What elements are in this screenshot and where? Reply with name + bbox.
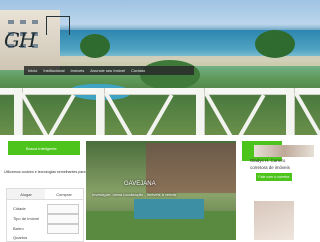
agent-photo bbox=[254, 145, 314, 157]
menu-item-anuncie[interactable]: Anuncie seu Imóvel bbox=[90, 68, 125, 73]
field-label-tipo: Tipo de Imóvel bbox=[13, 216, 40, 221]
agent-role: corretora de imóveis bbox=[250, 165, 290, 170]
field-label-cidade: Cidade bbox=[13, 206, 26, 211]
tab-alugar[interactable]: Alugar bbox=[7, 189, 45, 199]
palm-tree bbox=[255, 30, 295, 58]
featured-property[interactable]: GAVEJANA Investigue: ótima localização -… bbox=[86, 141, 236, 240]
agent-card: Gladys H. Carrero corretora de imóveis F… bbox=[242, 141, 320, 240]
site-logo[interactable]: GH bbox=[4, 14, 72, 60]
menu-item-institucional[interactable]: Institucional bbox=[43, 68, 64, 73]
tipo-select[interactable] bbox=[47, 214, 79, 224]
tree-canopy bbox=[140, 60, 200, 90]
menu-item-inicio[interactable]: Inicio bbox=[28, 68, 37, 73]
logo-script: GH bbox=[4, 28, 36, 52]
main-menu: Inicio Institucional Imóveis Anuncie seu… bbox=[24, 66, 194, 75]
contact-agent-button[interactable]: Fale com o corretor bbox=[256, 173, 292, 181]
search-widget: Alugar Comprar Cidade Tipo de Imóvel Bai… bbox=[6, 188, 84, 242]
house-icon bbox=[46, 16, 70, 35]
tab-comprar[interactable]: Comprar bbox=[45, 189, 83, 199]
agent-thumbnail bbox=[254, 201, 294, 240]
palm-tree bbox=[80, 34, 110, 58]
smart-search-button[interactable]: Busca Inteligente bbox=[8, 141, 80, 155]
bairro-select[interactable] bbox=[47, 224, 79, 234]
featured-title: GAVEJANA bbox=[124, 181, 156, 187]
cidade-select[interactable] bbox=[47, 204, 79, 214]
balcony-railing bbox=[0, 88, 320, 135]
hero-banner: GH Inicio Institucional Imóveis Anuncie … bbox=[0, 0, 320, 135]
field-label-bairro: Bairro bbox=[13, 226, 24, 231]
field-label-quartos: Quartos bbox=[13, 235, 28, 240]
menu-item-imoveis[interactable]: Imóveis bbox=[70, 68, 84, 73]
agent-name: Gladys H. Carrero bbox=[250, 158, 286, 163]
featured-subtitle: Investigue: ótima localização - Imóveis … bbox=[92, 192, 176, 197]
property-house bbox=[146, 143, 236, 193]
property-pool bbox=[134, 199, 204, 219]
menu-item-contato[interactable]: Contato bbox=[131, 68, 145, 73]
search-tabs: Alugar Comprar bbox=[7, 189, 83, 200]
